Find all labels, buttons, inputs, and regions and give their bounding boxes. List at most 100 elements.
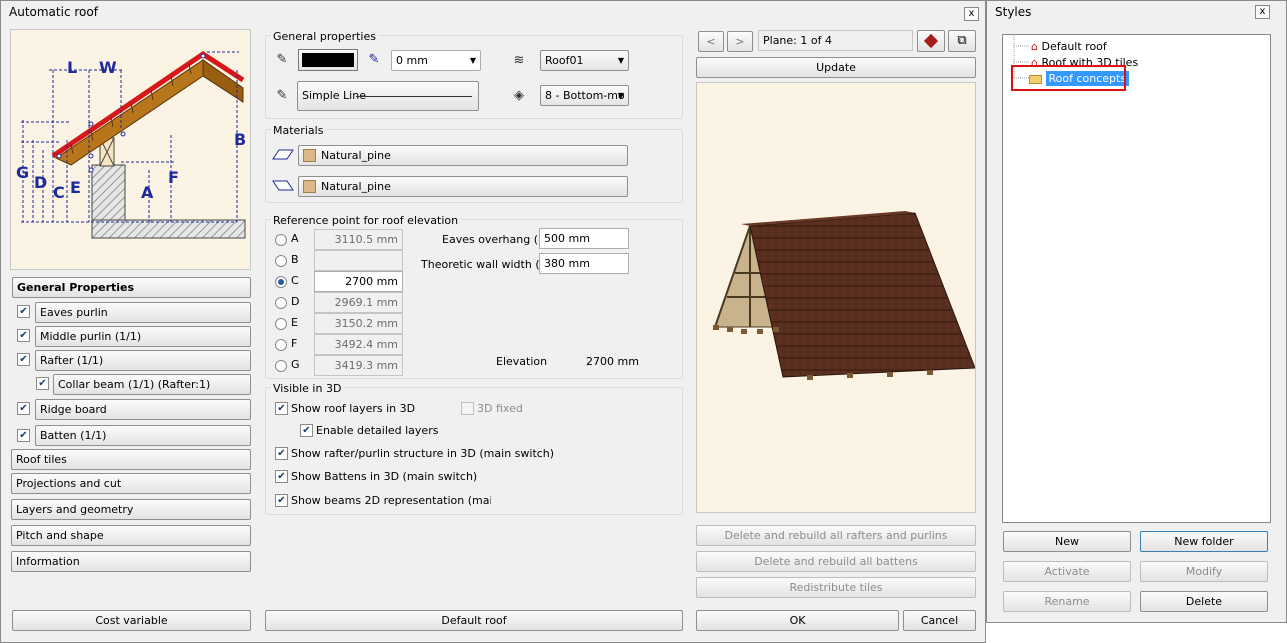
- rebuild-rafters-button[interactable]: Delete and rebuild all rafters and purli…: [696, 525, 976, 546]
- roof-material-icon-button[interactable]: [917, 30, 945, 52]
- radio-point-g[interactable]: [275, 360, 287, 372]
- wall-width-field[interactable]: 380 mm: [539, 253, 629, 274]
- redistribute-tiles-button[interactable]: Redistribute tiles: [696, 577, 976, 598]
- tree-item-default-roof[interactable]: ⌂ Default roof: [1031, 39, 1107, 55]
- line-type-preview: [356, 96, 472, 97]
- dim-label-b: B: [234, 130, 247, 149]
- nav-ridge-board[interactable]: Ridge board: [35, 399, 251, 420]
- styles-tree[interactable]: ⌂ Default roof ⌂ Roof with 3D tiles Roof…: [1002, 34, 1271, 523]
- nav-rafter[interactable]: Rafter (1/1): [35, 350, 251, 371]
- radio-point-a[interactable]: [275, 234, 287, 246]
- default-roof-button[interactable]: Default roof: [265, 610, 683, 631]
- delete-button[interactable]: Delete: [1140, 591, 1268, 612]
- fill-icon: ◈: [514, 87, 524, 103]
- show-battens-checkbox[interactable]: ✔: [275, 470, 288, 483]
- styles-window: Styles x ⌂ Default roof ⌂ Roof with 3D t…: [986, 0, 1287, 623]
- point-c-field[interactable]: 2700 mm: [314, 271, 403, 292]
- eaves-purlin-checkbox[interactable]: ✔: [17, 305, 30, 318]
- highlight-box: [1011, 65, 1126, 91]
- batten-checkbox[interactable]: ✔: [17, 429, 30, 442]
- fixed-3d-label: 3D fixed: [477, 402, 523, 415]
- nav-batten[interactable]: Batten (1/1): [35, 425, 251, 446]
- eaves-overhang-field[interactable]: 500 mm: [539, 228, 629, 249]
- line-type-button[interactable]: Simple Line: [297, 81, 479, 111]
- nav-general-properties[interactable]: General Properties: [12, 277, 251, 298]
- roof-section-drawing: [21, 50, 246, 239]
- rafter-checkbox[interactable]: ✔: [17, 353, 30, 366]
- roof-3d-preview[interactable]: [696, 82, 976, 513]
- point-g-field[interactable]: 3419.3 mm: [314, 355, 403, 376]
- modify-button[interactable]: Modify: [1140, 561, 1268, 582]
- nav-middle-purlin[interactable]: Middle purlin (1/1): [35, 326, 251, 347]
- layer-combo[interactable]: Roof01 ▼: [540, 50, 629, 71]
- radio-point-f[interactable]: [275, 339, 287, 351]
- middle-purlin-checkbox[interactable]: ✔: [17, 329, 30, 342]
- point-c-label: C: [291, 274, 299, 287]
- cancel-button[interactable]: Cancel: [903, 610, 976, 631]
- update-button[interactable]: Update: [696, 57, 976, 78]
- radio-point-e[interactable]: [275, 318, 287, 330]
- top-material-button[interactable]: Natural_pine: [298, 145, 628, 166]
- nav-eaves-purlin[interactable]: Eaves purlin: [35, 302, 251, 323]
- view-3d-button[interactable]: ⧉: [948, 30, 976, 52]
- point-e-field[interactable]: 3150.2 mm: [314, 313, 403, 334]
- radio-point-d[interactable]: [275, 297, 287, 309]
- point-d-field[interactable]: 2969.1 mm: [314, 292, 403, 313]
- nav-pitch-and-shape[interactable]: Pitch and shape: [11, 525, 251, 546]
- roof-icon: ⌂: [1031, 40, 1038, 53]
- roof-3d-model: [713, 211, 976, 380]
- material-swatch: [303, 149, 316, 162]
- radio-point-c[interactable]: [275, 276, 287, 288]
- ok-button[interactable]: OK: [696, 610, 899, 631]
- close-button[interactable]: x: [964, 7, 979, 21]
- activate-button[interactable]: Activate: [1003, 561, 1131, 582]
- show-roof-layers-label: Show roof layers in 3D: [291, 402, 416, 415]
- cube-icon: ⧉: [957, 33, 967, 48]
- collar-beam-checkbox[interactable]: ✔: [36, 377, 49, 390]
- eaves-overhang-label: Eaves overhang (L): [442, 233, 549, 246]
- bottom-surface-icon: [271, 176, 295, 194]
- plane-indicator: Plane: 1 of 4: [758, 30, 913, 51]
- point-f-field[interactable]: 3492.4 mm: [314, 334, 403, 355]
- show-roof-layers-checkbox[interactable]: ✔: [275, 402, 288, 415]
- top-material-label: Natural_pine: [321, 149, 391, 162]
- detailed-layers-label: Enable detailed layers: [316, 424, 439, 437]
- beams-2d-checkbox[interactable]: ✔: [275, 494, 288, 507]
- fixed-3d-checkbox[interactable]: [461, 402, 474, 415]
- styles-close-button[interactable]: x: [1255, 5, 1270, 19]
- pen-width-icon[interactable]: ✎: [365, 49, 383, 69]
- point-b-field[interactable]: [314, 250, 403, 271]
- nav-roof-tiles[interactable]: Roof tiles: [11, 449, 251, 470]
- ridge-board-checkbox[interactable]: ✔: [17, 402, 30, 415]
- next-plane-button[interactable]: >: [727, 31, 753, 52]
- point-b-label: B: [291, 253, 299, 266]
- cost-variable-button[interactable]: Cost variable: [12, 610, 251, 631]
- line-type-icon[interactable]: ✎: [273, 85, 291, 105]
- new-button[interactable]: New: [1003, 531, 1131, 552]
- nav-information[interactable]: Information: [11, 551, 251, 572]
- rebuild-battens-button[interactable]: Delete and rebuild all battens: [696, 551, 976, 572]
- material-swatch: [303, 180, 316, 193]
- new-folder-button[interactable]: New folder: [1140, 531, 1268, 552]
- bottom-material-label: Natural_pine: [321, 180, 391, 193]
- nav-layers-and-geometry[interactable]: Layers and geometry: [11, 499, 251, 520]
- nav-projections-and-cut[interactable]: Projections and cut: [11, 473, 251, 494]
- roof-diagram: L W B G D C E A F: [10, 29, 251, 270]
- top-surface-icon: [271, 145, 295, 163]
- fill-combo[interactable]: 8 - Bottom-mo ▼: [540, 85, 629, 106]
- pen-color-icon[interactable]: ✎: [273, 49, 291, 69]
- detailed-layers-checkbox[interactable]: ✔: [300, 424, 313, 437]
- point-a-label: A: [291, 232, 299, 245]
- reference-point-title: Reference point for roof elevation: [271, 214, 461, 227]
- radio-point-b[interactable]: [275, 255, 287, 267]
- nav-collar-beam[interactable]: Collar beam (1/1) (Rafter:1): [53, 374, 251, 395]
- prev-plane-button[interactable]: <: [698, 31, 724, 52]
- rafter-structure-checkbox[interactable]: ✔: [275, 447, 288, 460]
- rename-button[interactable]: Rename: [1003, 591, 1131, 612]
- pen-width-combo[interactable]: 0 mm ▼: [391, 50, 481, 71]
- point-a-field[interactable]: 3110.5 mm: [314, 229, 403, 250]
- elevation-label: Elevation: [496, 355, 548, 368]
- pen-color-swatch[interactable]: [298, 49, 358, 71]
- bottom-surface-shape: [272, 180, 294, 191]
- bottom-material-button[interactable]: Natural_pine: [298, 176, 628, 197]
